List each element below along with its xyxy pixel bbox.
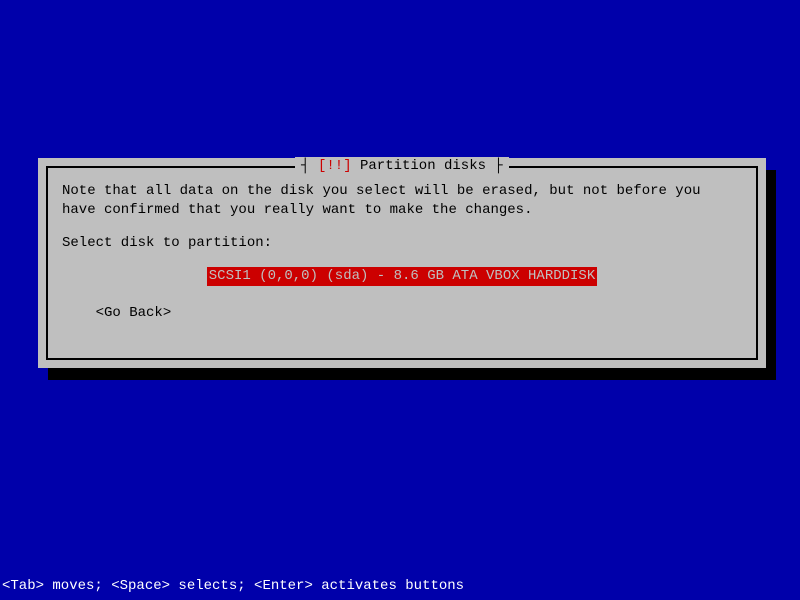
- disk-list: SCSI1 (0,0,0) (sda) - 8.6 GB ATA VBOX HA…: [62, 267, 742, 286]
- dialog-title-text: Partition disks: [352, 158, 495, 174]
- warning-note: Note that all data on the disk you selec…: [62, 182, 742, 220]
- partition-dialog: ┤ [!!] Partition disks ├ Note that all d…: [38, 158, 766, 368]
- keyhints-footer: <Tab> moves; <Space> selects; <Enter> ac…: [2, 577, 464, 596]
- dialog-border: ┤ [!!] Partition disks ├ Note that all d…: [46, 166, 758, 360]
- disk-option-sda[interactable]: SCSI1 (0,0,0) (sda) - 8.6 GB ATA VBOX HA…: [207, 267, 597, 286]
- select-disk-prompt: Select disk to partition:: [62, 234, 742, 253]
- go-back-button[interactable]: <Go Back>: [62, 304, 742, 323]
- dialog-title-bang: [!!]: [318, 158, 352, 174]
- dialog-title-wrap: ┤ [!!] Partition disks ├: [48, 157, 756, 176]
- dialog-title: ┤ [!!] Partition disks ├: [295, 157, 509, 176]
